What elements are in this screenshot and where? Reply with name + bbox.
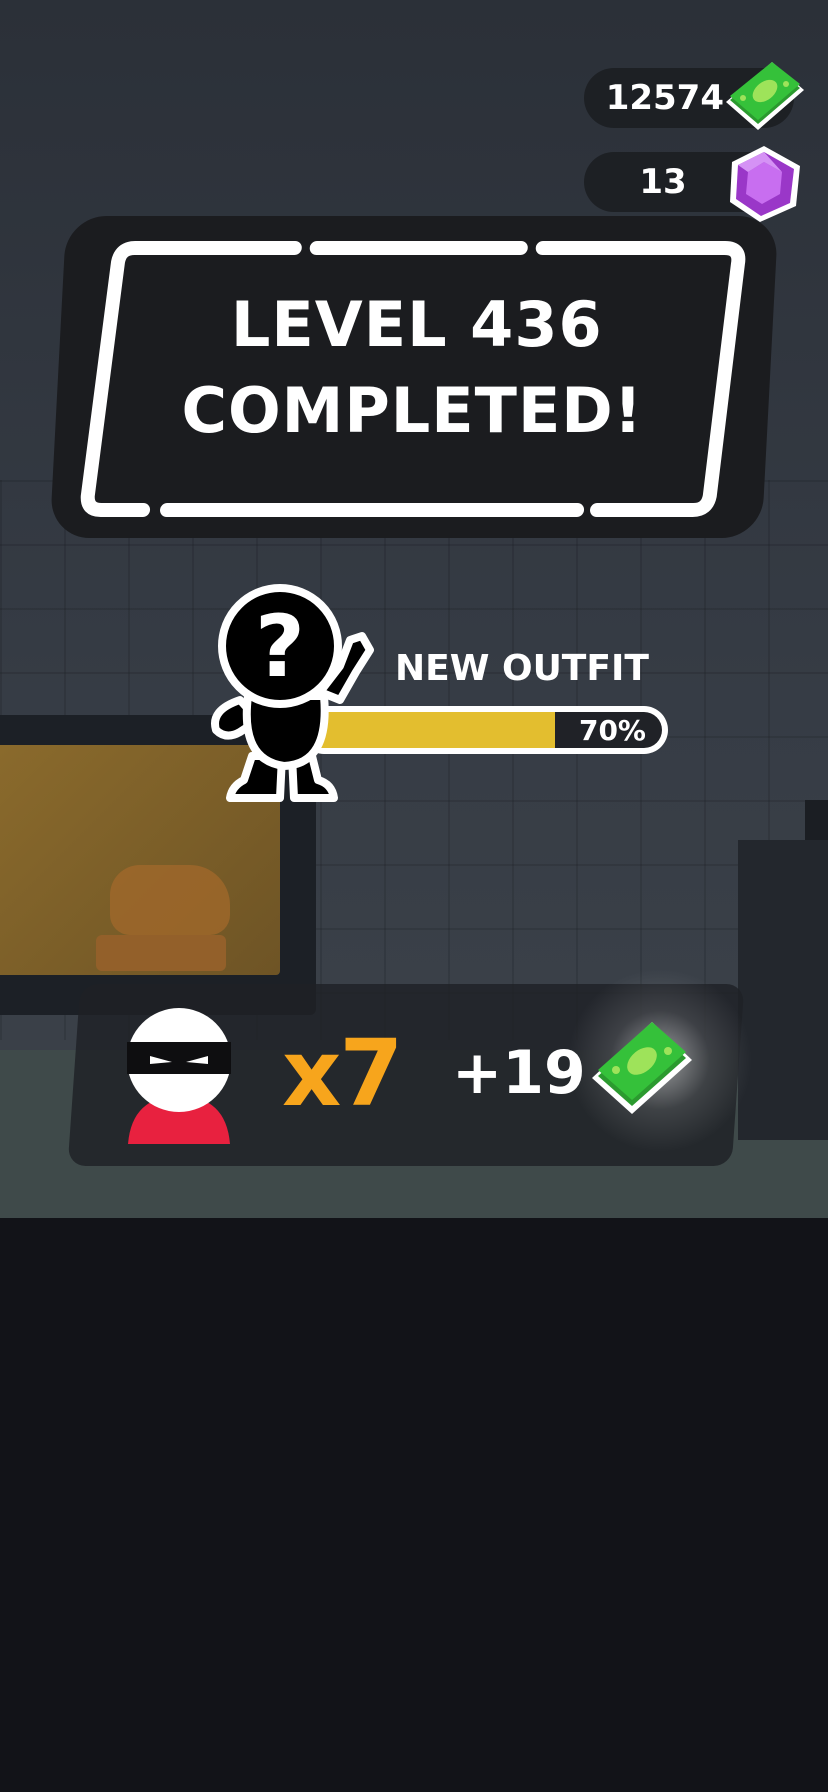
level-title: LEVEL 436 bbox=[230, 288, 603, 361]
gem-counter: 13 bbox=[584, 146, 800, 222]
completed-title: COMPLETED! bbox=[181, 374, 644, 447]
robot-base bbox=[96, 935, 226, 971]
level-complete-banner: LEVEL 436 COMPLETED! bbox=[49, 216, 779, 538]
question-mark-silhouette-icon: ? bbox=[211, 584, 374, 802]
masked-thief-icon bbox=[127, 1008, 231, 1144]
bottom-area bbox=[0, 1218, 828, 1792]
cash-stack-icon bbox=[726, 62, 804, 130]
progress-percent: 70% bbox=[578, 714, 646, 747]
new-outfit-label: NEW OUTFIT bbox=[395, 648, 649, 689]
gem-value: 13 bbox=[639, 162, 687, 202]
cash-value: 12574 bbox=[605, 78, 724, 118]
reward-cash-icon bbox=[592, 1022, 692, 1114]
robot-arm bbox=[110, 865, 230, 935]
purple-gem-icon bbox=[730, 146, 800, 222]
kill-multiplier: x7 bbox=[282, 1020, 403, 1127]
cash-counter: 12574 bbox=[584, 62, 804, 130]
svg-text:?: ? bbox=[255, 597, 305, 697]
forklift-top bbox=[805, 800, 828, 840]
